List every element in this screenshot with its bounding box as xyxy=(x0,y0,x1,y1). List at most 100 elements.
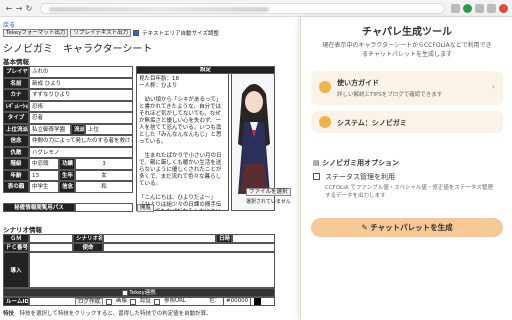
pair-label: 生年 xyxy=(59,169,75,181)
status-management-label: ステータス管理を利用 xyxy=(325,173,395,181)
image-checkbox[interactable] xyxy=(106,298,113,305)
field-label: 表の顔 xyxy=(3,181,29,193)
field-label: 名前 xyxy=(3,77,29,89)
pass-input[interactable] xyxy=(75,203,133,212)
system-card: システム：シノビガミ xyxy=(311,111,503,133)
footnote-text: 特技を選択して特技をクリックすると、習得した特技での判定値を自動計算。 xyxy=(19,311,212,317)
auth-checkbox[interactable] xyxy=(130,298,137,305)
chat-palette-panel: チャパレ生成ツール 現在表示中のキャラクターシートからCCFOLIAなどで利用で… xyxy=(300,17,512,320)
field-label: 信念 xyxy=(3,135,29,147)
date-label: 日時 xyxy=(216,234,232,243)
field-input[interactable]: 忍術 xyxy=(29,100,133,112)
tekey-checkbox[interactable] xyxy=(122,289,129,296)
scenario-name-input[interactable] xyxy=(103,234,216,243)
generate-palette-button[interactable]: ✎ チャットパレットを生成 xyxy=(311,218,503,237)
back-link[interactable]: 戻る xyxy=(3,20,15,29)
page-title: シノビガミ キャラクターシート xyxy=(3,44,153,55)
address-bar[interactable] xyxy=(40,2,445,14)
tekey-output-button[interactable]: Tekeyフォーマット出力 xyxy=(3,29,69,37)
open-button[interactable]: 開覧 xyxy=(137,204,155,212)
color-input[interactable]: #00000 xyxy=(222,298,252,305)
field-label: 階級 xyxy=(3,158,29,170)
basic-info-heading: 基本情報 xyxy=(3,58,29,66)
avatar[interactable] xyxy=(499,3,508,13)
date-input[interactable] xyxy=(232,234,275,243)
lightbulb-icon xyxy=(319,81,331,93)
field-input[interactable]: ふれの xyxy=(29,66,133,78)
autosize-checkbox[interactable] xyxy=(133,30,140,36)
tekey-bar: Tekey連携 xyxy=(3,288,275,297)
bookmark-icon[interactable] xyxy=(451,3,460,13)
field-label: ﾚｷﾞｭﾚｰｼｮﾝ xyxy=(3,100,29,112)
panel-subtitle: 現在表示中のキャラクターシートからCCFOLIAなどで利用できるチャットパレット… xyxy=(322,42,492,58)
memo-textarea[interactable]: 見た目年齢：18 一人称：ひより 幼い頃から「シキがあるって」と書かれてきたよう… xyxy=(136,73,229,211)
log-create-button[interactable]: ログ作成 xyxy=(75,298,104,305)
scenario-name-label: シナリオ名 xyxy=(73,234,103,243)
back-icon[interactable]: ← xyxy=(4,4,14,13)
status-management-checkbox[interactable] xyxy=(313,173,320,180)
guide-subtitle: 詳しい解説とTIPSをブログで確認できます xyxy=(337,92,443,98)
options-heading: ▤ シノビガミ用オプション xyxy=(313,159,400,167)
footnote: 特技 特技を選択して特技をクリックすると、習得した特技での判定値を自動計算。 xyxy=(3,309,212,317)
reload-icon[interactable]: ↻ xyxy=(24,4,34,13)
pair-label: 信念 xyxy=(59,181,75,193)
scenario-heading: シナリオ情報 xyxy=(3,226,42,234)
sub-label: 流派 xyxy=(71,123,85,135)
pair-label: 功績 xyxy=(59,158,75,170)
footnote-label: 特技 xyxy=(3,311,15,317)
field-input[interactable]: 仲間の力によって発したのする者を救ける xyxy=(29,135,133,147)
file-select-button[interactable]: ファイルを選択 xyxy=(246,188,291,196)
field-label: 仇敵 xyxy=(3,146,29,158)
system-label: システム：シノビガミ xyxy=(337,119,407,127)
field-label: タイプ xyxy=(3,112,29,124)
color-swatch[interactable] xyxy=(254,298,262,305)
sheet-toolbar: Tekeyフォーマット出力 リプレイテキスト出力 テキストエリア自動サイズ調整 xyxy=(3,29,219,37)
color-label: 色： xyxy=(208,298,220,304)
pair-input[interactable]: 女 xyxy=(75,169,133,181)
forward-icon[interactable]: → xyxy=(14,4,24,13)
field-input[interactable]: 新成 ひより xyxy=(29,77,133,89)
field-input[interactable]: 中学生 xyxy=(29,181,59,193)
pc-number-input[interactable] xyxy=(29,243,73,252)
panel-title: チャパレ生成ツール xyxy=(362,27,452,38)
status-management-desc: CCFOLIA でファンブル値・スペシャル値・修正値をステータス管理するデータを… xyxy=(325,185,493,199)
field-input[interactable]: 中忍頭 xyxy=(29,158,59,170)
blurred-url xyxy=(49,6,269,12)
field-input[interactable]: 私立御斎学園 xyxy=(29,123,71,135)
pass-label: 秘匿情報閲覧用パス xyxy=(3,203,75,212)
field-input[interactable]: すずなりひより xyxy=(29,89,133,101)
intro-label: 導入 xyxy=(3,252,29,288)
field-input[interactable]: 忍者 xyxy=(29,112,133,124)
sidebar-icon[interactable] xyxy=(487,3,496,13)
handout-input[interactable] xyxy=(103,243,275,252)
guide-title: 使い方ガイド xyxy=(337,79,379,87)
chevron-right-icon: › xyxy=(491,82,495,91)
url-checkbox[interactable] xyxy=(154,298,161,305)
field-label: プレイヤー xyxy=(3,66,29,78)
pair-input[interactable]: 和 xyxy=(75,181,133,193)
target-icon xyxy=(319,116,331,128)
room-id-label: ルームID xyxy=(3,297,29,306)
tekey-label: Tekey連携 xyxy=(129,290,156,296)
url-label: 参照URL xyxy=(164,298,186,304)
field-label: カナ xyxy=(3,89,29,101)
sub-input[interactable]: 上位 xyxy=(85,123,133,135)
field-input[interactable]: ハグレモノ xyxy=(29,146,133,158)
handout-label: 使命 xyxy=(73,243,103,252)
field-label: 年齢 xyxy=(3,169,29,181)
room-row: ログ作成 画像 認証 参照URL 色： #00000 xyxy=(29,297,275,306)
replay-output-button[interactable]: リプレイテキスト出力 xyxy=(70,29,132,37)
gm-input[interactable] xyxy=(29,234,73,243)
extension-icon[interactable] xyxy=(463,3,472,13)
pair-input[interactable]: 3 xyxy=(75,158,133,170)
intro-textarea[interactable] xyxy=(29,252,275,288)
puzzle-icon[interactable] xyxy=(475,3,484,13)
options-title: シノビガミ用オプション xyxy=(322,159,400,167)
field-input[interactable]: 13 xyxy=(29,169,59,181)
guide-card[interactable]: 使い方ガイド 詳しい解説とTIPSをブログで確認できます › xyxy=(311,71,503,105)
gm-label: ＧＭ xyxy=(3,234,29,243)
no-file-text: 選択されていません xyxy=(246,199,291,205)
image-label: 画像 xyxy=(116,298,128,304)
generate-label: チャットパレットを生成 xyxy=(370,223,453,232)
pc-number-label: ＰＣ番号 xyxy=(3,243,29,252)
